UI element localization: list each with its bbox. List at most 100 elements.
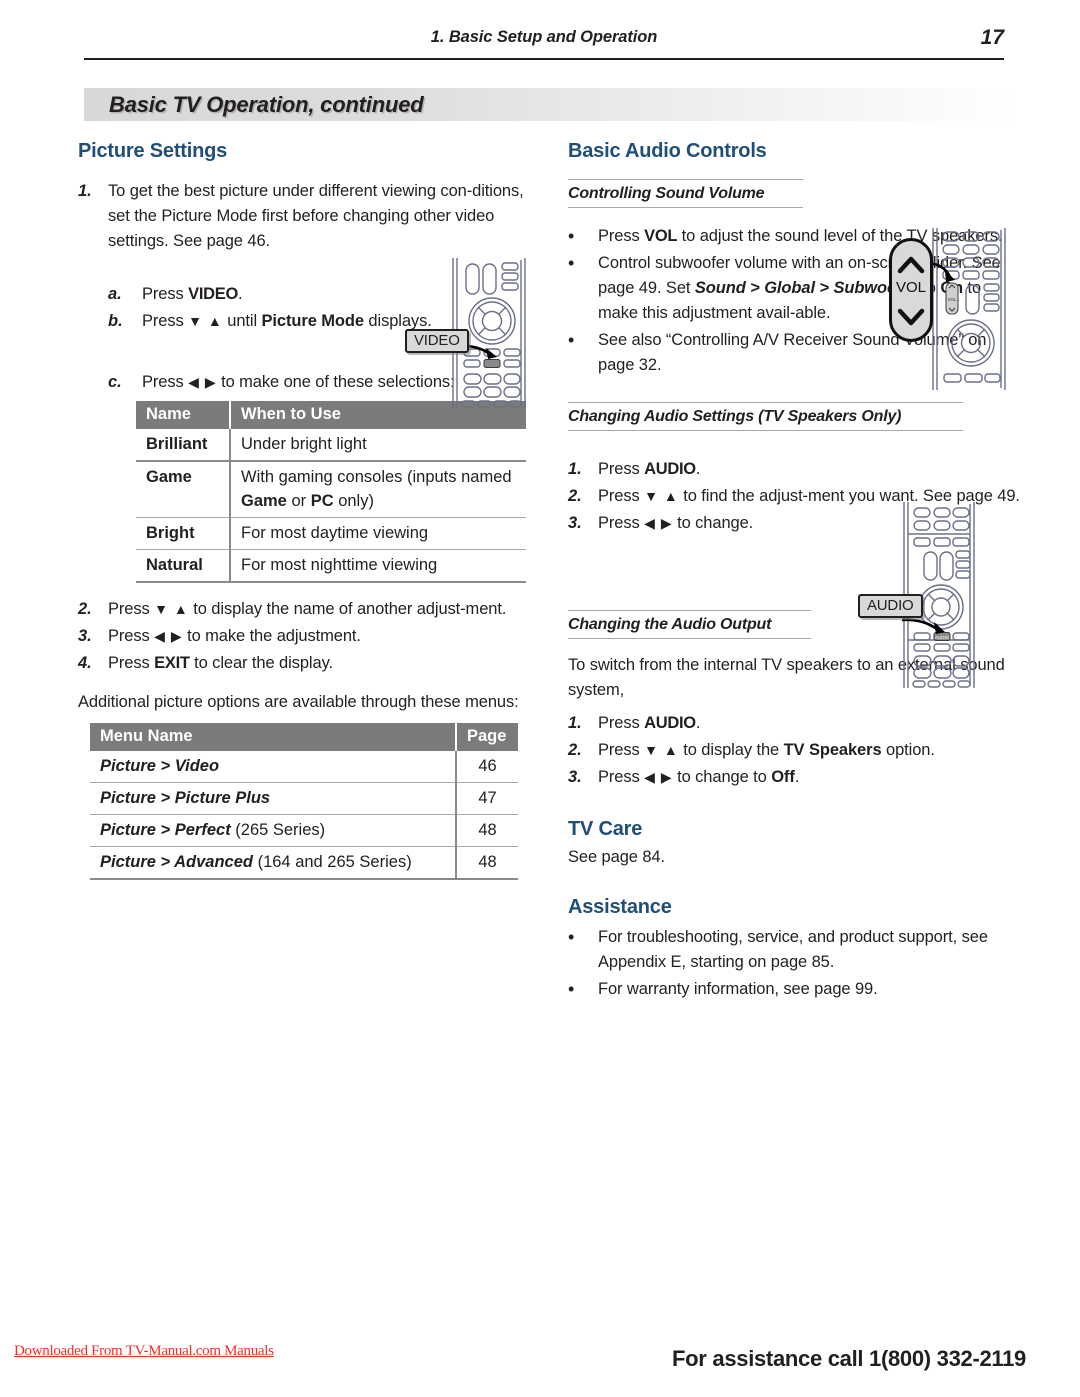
step-2-text: Press ▼ ▲ to display the name of another… — [108, 597, 528, 622]
sound-global-subwoofer-path: Sound > Global > Subwoofer — [694, 279, 918, 297]
step-2: 2. Press ▼ ▲ to display the name of anot… — [78, 597, 528, 622]
footer-assistance: For assistance call 1(800) 332-2119 — [672, 1346, 1026, 1371]
page-number: 17 — [980, 26, 1004, 49]
output-step-2-marker: 2. — [568, 741, 582, 759]
assistance-bullet-2: • For warranty information, see page 99. — [568, 977, 1020, 1002]
step-2-marker: 2. — [78, 600, 92, 618]
callout-video-button: VIDEO — [405, 329, 469, 353]
menu-page: 48 — [456, 814, 518, 847]
step-3-post: to make the adjustment. — [182, 627, 361, 645]
tv-care-text: See page 84. — [568, 848, 665, 866]
changing-audio-settings-subheading: Changing Audio Settings (TV Speakers Onl… — [568, 402, 963, 431]
left-column: Picture Settings 1. To get the best pict… — [78, 140, 528, 880]
leftright-arrows-icon: ◀ ▶ — [188, 374, 217, 390]
controlling-sound-volume-subheading: Controlling Sound Volume — [568, 179, 803, 208]
callout-vol-label: VOL — [895, 279, 926, 296]
step-b-mid: until — [222, 312, 262, 330]
updown-arrows-icon: ▼ ▲ — [188, 313, 223, 329]
step-4-pre: Press — [108, 654, 155, 672]
picture-settings-steps-2: 2. Press ▼ ▲ to display the name of anot… — [78, 597, 528, 676]
step-3-pre: Press — [108, 627, 155, 645]
menu-path: Picture > Video — [100, 757, 220, 775]
picture-mode-label: Picture Mode — [261, 312, 365, 330]
step-3-marker: 3. — [78, 627, 92, 645]
output-step-2-post: option. — [881, 741, 935, 759]
mode-name: Natural — [136, 549, 231, 583]
table-row: Picture > Picture Plus 47 — [90, 782, 518, 815]
mode-name: Game — [136, 461, 231, 518]
menu-page: 47 — [456, 782, 518, 815]
callout-arrow-head — [945, 270, 955, 282]
step-4: 4. Press EXIT to clear the display. — [78, 651, 528, 676]
output-step-1-text: Press AUDIO. — [598, 711, 1020, 736]
mode-use: With gaming consoles (inputs named Game … — [230, 461, 526, 518]
output-step-2-text: Press ▼ ▲ to display the TV Speakers opt… — [598, 738, 1020, 763]
additional-options-paragraph: Additional picture options are available… — [78, 693, 519, 711]
audio-step-3-marker: 3. — [568, 514, 582, 532]
output-step-3-marker: 3. — [568, 768, 582, 786]
mode-use: For most nighttime viewing — [230, 549, 526, 583]
menu-path: Picture > Perfect — [100, 821, 231, 839]
section-banner: Basic TV Operation, continued — [84, 88, 1020, 121]
audio-step-1-text: Press AUDIO. — [598, 457, 1020, 482]
output-step-3-text: Press ◀ ▶ to change to Off. — [598, 765, 1020, 790]
step-2-pre: Press — [108, 600, 155, 618]
audio-step-1-post: . — [695, 460, 701, 478]
mode-use: For most daytime viewing — [230, 517, 526, 550]
use-part: With gaming consoles (inputs named — [241, 468, 512, 486]
remote-vol-svg: VOL — [925, 228, 1006, 390]
vol-rocker-label: VOL — [947, 297, 957, 302]
leftright-arrows-icon: ◀ ▶ — [644, 769, 673, 785]
col-name: Name — [136, 401, 231, 429]
menu-path: Picture > Picture Plus — [100, 789, 271, 807]
table-row: Game With gaming consoles (inputs named … — [136, 461, 526, 518]
step-a-pre: Press — [142, 285, 189, 303]
running-header: 1. Basic Setup and Operation 17 — [84, 26, 1004, 60]
mode-name: Brilliant — [136, 429, 231, 462]
step-c-marker: c. — [108, 373, 122, 391]
table-row: Natural For most nighttime viewing — [136, 549, 526, 583]
step-1: 1. To get the best picture under differe… — [78, 179, 528, 254]
assistance-bullets: • For troubleshooting, service, and prod… — [568, 925, 1020, 1002]
assistance-bullet-1-text: For troubleshooting, service, and produc… — [598, 928, 988, 971]
audio-step-2-pre: Press — [598, 487, 645, 505]
input-pc-label: PC — [310, 492, 334, 510]
menu-note: (265 Series) — [230, 821, 326, 839]
highlighted-video-key — [483, 359, 501, 368]
bullet-icon: • — [568, 226, 575, 246]
col-page: Page — [456, 723, 518, 751]
audio-output-steps: 1. Press AUDIO. 2. Press ▼ ▲ to display … — [568, 711, 1020, 790]
menu-name: Picture > Video — [90, 751, 457, 783]
table-row: Picture > Perfect (265 Series) 48 — [90, 814, 518, 847]
audio-step-1-pre: Press — [598, 460, 645, 478]
footer-watermark: Downloaded From TV-Manual.com Manuals — [14, 1343, 274, 1359]
manual-page: 1. Basic Setup and Operation 17 Basic TV… — [0, 0, 1080, 1397]
output-step-1-pre: Press — [598, 714, 645, 732]
output-step-3-post: . — [794, 768, 800, 786]
col-menu-name: Menu Name — [90, 723, 457, 751]
key-exit: EXIT — [154, 654, 190, 672]
menus-table: Menu Name Page Picture > Video 46 Pictur… — [90, 723, 518, 880]
key-audio: AUDIO — [644, 460, 696, 478]
output-step-3: 3. Press ◀ ▶ to change to Off. — [568, 765, 1020, 790]
banner-title: Basic TV Operation, continued — [109, 92, 424, 117]
assistance-bullet-2-text: For warranty information, see page 99. — [598, 980, 878, 998]
header-rule — [84, 58, 1004, 60]
output-step-1-marker: 1. — [568, 714, 582, 732]
bullet-1-pre: Press — [598, 227, 645, 245]
menu-page: 46 — [456, 751, 518, 783]
leftright-arrows-icon: ◀ ▶ — [154, 628, 183, 644]
bullet-icon: • — [568, 927, 575, 947]
chevron-down-icon — [897, 308, 925, 326]
step-2-post: to display the name of another adjust-me… — [188, 600, 507, 618]
output-step-1-post: . — [695, 714, 701, 732]
output-step-2-mid: to display the — [678, 741, 784, 759]
step-1-text: To get the best picture under different … — [108, 182, 524, 250]
audio-key-label: AUDIO — [935, 635, 950, 640]
mode-name: Bright — [136, 517, 231, 550]
tv-speakers-option: TV Speakers — [783, 741, 882, 759]
output-step-1: 1. Press AUDIO. — [568, 711, 1020, 736]
assistance-heading: Assistance — [568, 896, 672, 918]
key-video: VIDEO — [188, 285, 239, 303]
basic-audio-controls-heading: Basic Audio Controls — [568, 140, 767, 162]
